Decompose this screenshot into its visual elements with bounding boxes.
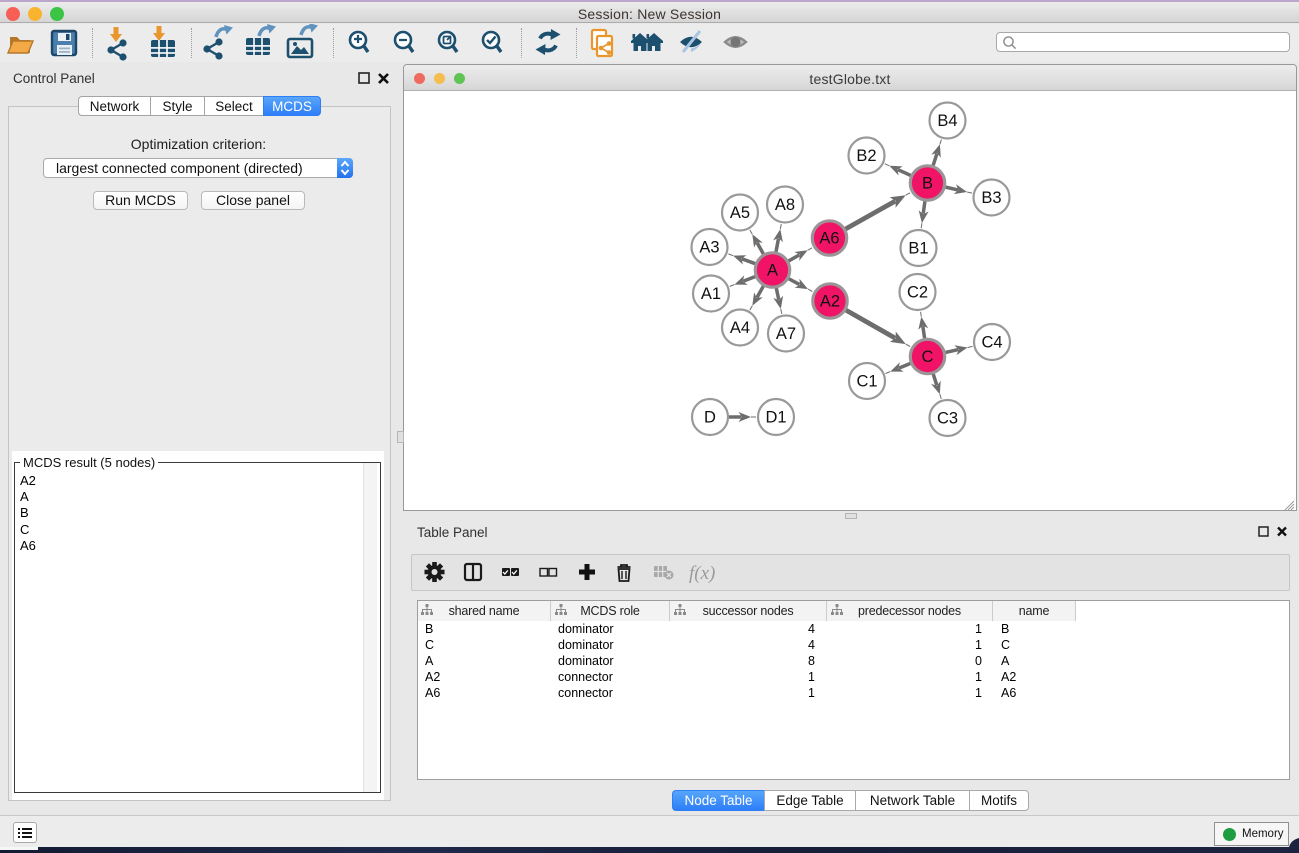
svg-text:A1: A1 [701,285,721,303]
svg-text:D1: D1 [765,409,786,427]
svg-text:f(x): f(x) [689,563,715,584]
svg-text:D: D [704,409,716,427]
svg-text:A5: A5 [730,204,750,222]
svg-text:A6: A6 [819,230,839,248]
svg-text:A2: A2 [820,293,840,311]
svg-text:A7: A7 [776,325,796,343]
svg-text:C3: C3 [937,410,958,428]
svg-text:B: B [922,175,933,193]
svg-text:A4: A4 [730,319,750,337]
svg-text:B3: B3 [981,189,1001,207]
svg-text:C1: C1 [856,373,877,391]
svg-text:B1: B1 [908,240,928,258]
svg-text:C4: C4 [981,334,1002,352]
svg-text:B2: B2 [856,147,876,165]
svg-text:A3: A3 [699,239,719,257]
svg-text:A: A [767,262,778,280]
svg-text:A8: A8 [775,196,795,214]
svg-text:C: C [922,348,934,366]
svg-text:B4: B4 [937,112,957,130]
svg-text:C2: C2 [907,284,928,302]
